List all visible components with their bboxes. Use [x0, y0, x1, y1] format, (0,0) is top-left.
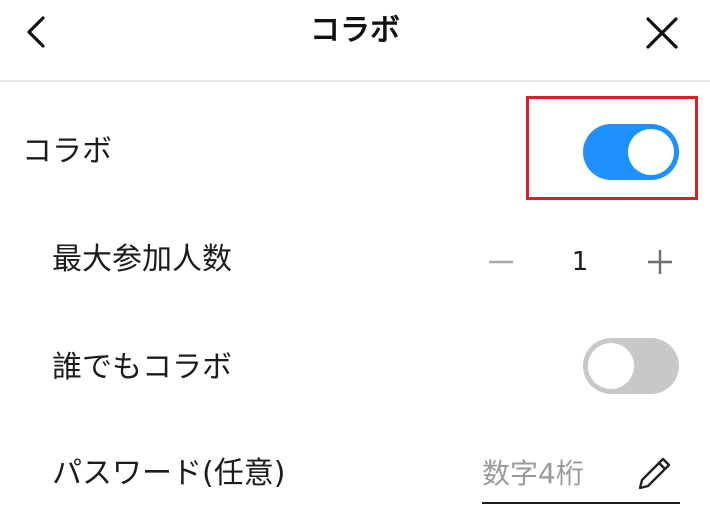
increment-button[interactable]	[640, 242, 680, 282]
anyone-collab-toggle[interactable]	[583, 338, 679, 394]
plus-icon	[648, 250, 672, 274]
close-button[interactable]	[638, 10, 686, 56]
password-placeholder: 数字4桁	[482, 457, 584, 490]
header-bar: コラボ	[0, 0, 710, 82]
decrement-button[interactable]	[481, 242, 521, 282]
max-participants-label: 最大参加人数	[52, 242, 232, 277]
password-label: パスワード(任意)	[52, 456, 286, 491]
pencil-icon	[638, 457, 671, 490]
max-participants-value: 1	[571, 247, 589, 277]
collab-settings-screen: コラボ コラボ 最大参加人数 1 誰でもコラボ パスワード(任意) 数字4桁	[0, 0, 710, 522]
toggle-knob	[628, 129, 674, 175]
edit-password-button[interactable]	[632, 452, 676, 496]
toggle-knob	[588, 343, 634, 389]
close-icon	[646, 17, 678, 49]
password-field[interactable]: 数字4桁	[482, 446, 680, 504]
anyone-collab-label: 誰でもコラボ	[52, 350, 232, 385]
page-title: コラボ	[310, 13, 400, 48]
minus-icon	[489, 260, 513, 264]
collab-label: コラボ	[22, 134, 112, 169]
collab-toggle[interactable]	[583, 124, 679, 180]
